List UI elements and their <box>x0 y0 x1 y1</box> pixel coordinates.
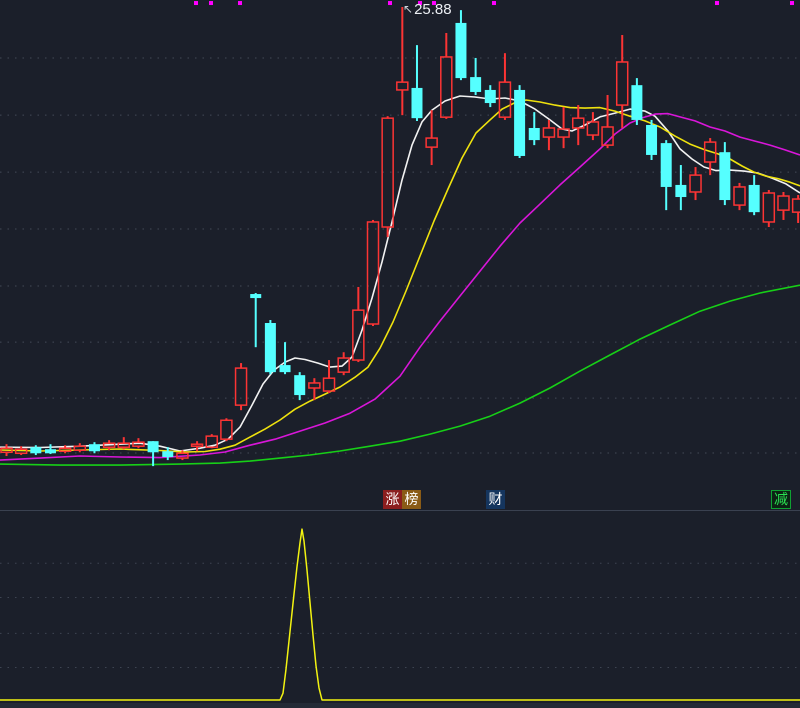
candle-body-down <box>719 152 731 201</box>
candle-body-up <box>190 443 204 447</box>
candle-body-up <box>234 367 248 406</box>
candle-body-up <box>777 195 790 211</box>
band-dot <box>790 1 794 6</box>
badge-reduce[interactable]: 减 <box>771 490 791 509</box>
signal-line <box>0 528 800 701</box>
candle-body-down <box>147 441 159 453</box>
candle-body-up <box>381 117 394 228</box>
candle-body-down <box>88 444 100 452</box>
indicator-subchart[interactable] <box>0 512 800 708</box>
badge-rank-zhang[interactable]: 涨 <box>383 490 402 509</box>
panel-divider <box>0 510 800 511</box>
candle-body-up <box>308 382 321 389</box>
candle-body-up <box>73 445 87 451</box>
candle-body-up <box>117 442 131 448</box>
arrow-up-left-icon: ↖ <box>403 2 414 16</box>
candle-body-up <box>498 81 512 118</box>
ma-yellow <box>0 99 800 453</box>
candle-body-down <box>30 447 42 454</box>
candle-body-up <box>440 56 453 118</box>
candle-body-down <box>455 22 467 79</box>
stock-chart-screen: ↖ 25.88 涨 榜 财 减 <box>0 0 800 708</box>
candle-body-down <box>294 375 306 396</box>
candle-body-down <box>470 77 482 92</box>
price-high-value: 25.88 <box>414 1 452 18</box>
candle-body-up <box>586 121 600 136</box>
candle-body-down <box>631 85 643 120</box>
candle-body-down <box>411 87 423 119</box>
band-dot <box>388 1 392 6</box>
band-dot <box>209 1 213 6</box>
band-dot <box>715 1 719 6</box>
candle-body-down <box>162 451 174 458</box>
band-dot <box>194 1 198 6</box>
candle-body-up <box>425 137 438 148</box>
candle-body-down <box>250 294 262 299</box>
candle-body-down <box>528 127 540 141</box>
candle-body-up <box>615 61 629 106</box>
candle-body-up <box>542 127 556 138</box>
candle-body-up <box>396 81 409 91</box>
candle-body-down <box>675 184 687 198</box>
candle-body-down <box>279 365 291 373</box>
candle-body-down <box>44 449 56 454</box>
badge-finance[interactable]: 财 <box>486 490 505 509</box>
bottom-strip <box>0 703 800 708</box>
candle-body-down <box>748 184 760 213</box>
candle-body-down <box>646 124 658 155</box>
band-dot <box>238 1 242 6</box>
price-high-label: ↖ 25.88 <box>403 1 452 19</box>
candle-body-down <box>264 323 276 373</box>
candle-body-down <box>660 143 672 187</box>
main-candlestick-chart[interactable] <box>0 0 800 510</box>
candle-body-up <box>733 186 746 206</box>
candle-body-down <box>514 89 526 156</box>
badge-rank-bang[interactable]: 榜 <box>402 490 421 509</box>
candle-body-up <box>322 377 336 392</box>
band-dot <box>492 1 496 6</box>
candle-body-up <box>689 174 702 193</box>
candle-body-up <box>791 198 800 213</box>
candle-body-down <box>484 89 496 104</box>
candle-body-up <box>762 192 776 223</box>
